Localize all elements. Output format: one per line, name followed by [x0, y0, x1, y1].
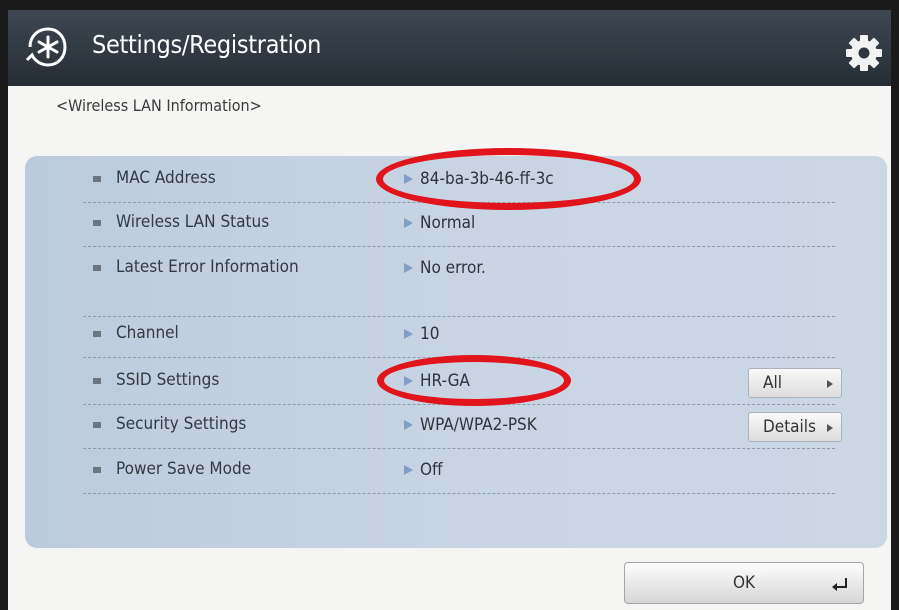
button-label: Details — [763, 417, 817, 437]
arrow-icon — [404, 465, 413, 475]
row-label: MAC Address — [116, 168, 216, 188]
security-details-button[interactable]: Details — [748, 412, 842, 442]
bullet-icon — [93, 220, 101, 226]
printer-screen: Settings/Registration <Wireless LAN Info… — [8, 10, 891, 610]
title-bar: Settings/Registration — [8, 10, 891, 86]
row-label: Wireless LAN Status — [116, 212, 270, 232]
row-value: 84-ba-3b-46-ff-3c — [420, 169, 554, 189]
row-ssid-settings: SSID Settings HR-GA All — [83, 364, 842, 405]
arrow-icon — [404, 329, 413, 339]
row-value: 10 — [420, 324, 440, 344]
arrow-icon — [404, 263, 413, 273]
bullet-icon — [93, 265, 101, 271]
row-channel: Channel 10 — [83, 317, 835, 358]
row-security-settings: Security Settings WPA/WPA2-PSK Details — [83, 408, 842, 449]
page-title: Settings/Registration — [92, 30, 322, 59]
bullet-icon — [93, 176, 101, 182]
ok-button-label: OK — [732, 573, 756, 593]
bullet-icon — [93, 378, 101, 384]
chevron-right-icon — [827, 424, 833, 432]
chevron-right-icon — [827, 380, 833, 388]
row-label: Power Save Mode — [116, 459, 252, 479]
row-value: Normal — [420, 213, 476, 233]
row-value: WPA/WPA2-PSK — [420, 415, 537, 435]
ok-button[interactable]: OK — [624, 562, 864, 604]
row-label: SSID Settings — [116, 370, 220, 390]
arrow-icon — [404, 376, 413, 386]
arrow-icon — [404, 218, 413, 228]
arrow-icon — [404, 420, 413, 430]
row-wireless-lan-status: Wireless LAN Status Normal — [83, 206, 835, 247]
row-mac-address: MAC Address 84-ba-3b-46-ff-3c — [83, 162, 835, 203]
row-label: Channel — [116, 323, 179, 343]
button-label: All — [763, 373, 782, 393]
row-label: Security Settings — [116, 414, 247, 434]
arrow-icon — [404, 174, 413, 184]
row-latest-error-information: Latest Error Information No error. — [83, 251, 835, 317]
settings-registration-icon — [25, 27, 67, 67]
row-label: Latest Error Information — [116, 257, 299, 277]
screen-subtitle: <Wireless LAN Information> — [56, 96, 262, 115]
ssid-all-button[interactable]: All — [748, 368, 842, 398]
enter-icon — [832, 578, 847, 591]
row-power-save-mode: Power Save Mode Off — [83, 453, 835, 494]
row-value: Off — [420, 460, 443, 480]
row-value: No error. — [420, 258, 486, 278]
row-value: HR-GA — [420, 371, 470, 391]
bullet-icon — [93, 331, 101, 337]
bullet-icon — [93, 422, 101, 428]
bullet-icon — [93, 467, 101, 473]
info-panel: MAC Address 84-ba-3b-46-ff-3c Wireless L… — [25, 156, 887, 548]
gear-icon[interactable] — [845, 34, 883, 72]
